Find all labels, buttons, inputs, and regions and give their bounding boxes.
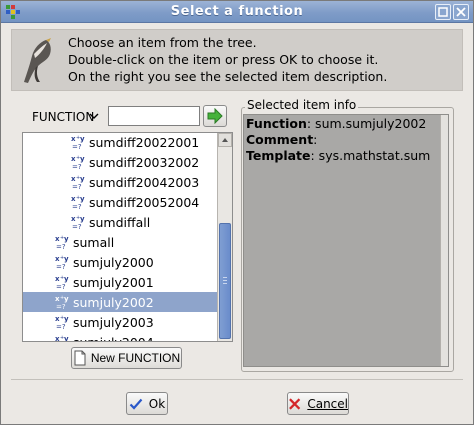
maximize-icon xyxy=(438,7,448,17)
tree-item[interactable]: x + y =? sumall xyxy=(55,232,114,252)
svg-text:=?: =? xyxy=(56,303,66,310)
close-button[interactable] xyxy=(453,4,469,20)
scroll-up-button[interactable] xyxy=(218,133,232,147)
tree-item[interactable]: x + y =? sumjuly2002 xyxy=(23,292,219,312)
function-xy-icon: x+y=? xyxy=(55,255,69,270)
svg-text:=?: =? xyxy=(72,223,82,230)
tree-item-label: sumdiff20052004 xyxy=(89,194,200,210)
svg-text:=?: =? xyxy=(56,263,66,270)
selected-item-group-title: Selected item info xyxy=(245,98,359,112)
svg-text:=?: =? xyxy=(56,283,66,290)
instruction-line-1: Choose an item from the tree. xyxy=(68,35,257,50)
function-xy-icon: x+y=? xyxy=(71,195,85,210)
instruction-line-2: Double-click on the item or press OK to … xyxy=(68,52,379,67)
svg-text:y: y xyxy=(64,255,69,263)
tree-item-label: sumall xyxy=(73,234,115,250)
tree-item-label: sumjuly2001 xyxy=(73,274,154,290)
arrow-right-icon xyxy=(207,108,223,124)
svg-text:y: y xyxy=(80,175,85,183)
function-xy-icon: x+y=? xyxy=(71,175,85,190)
function-xy-icon: x+y=? xyxy=(71,215,85,230)
tree-item[interactable]: x + y =? sumdiff20032002 xyxy=(71,152,199,172)
tree-item[interactable]: x + y =? sumdiff20052004 xyxy=(71,192,199,212)
ok-label: Ok xyxy=(148,396,166,411)
svg-text:y: y xyxy=(80,195,85,203)
arrow-up-icon xyxy=(222,138,228,142)
tree-scrollbar[interactable] xyxy=(217,133,232,341)
tree-item-label: sumjuly2004 xyxy=(73,334,154,342)
bottom-divider xyxy=(11,379,463,380)
tree-item[interactable]: x + y =? sumdiff20022001 xyxy=(71,133,200,152)
search-input[interactable] xyxy=(108,106,200,126)
new-function-label: New FUNCTION xyxy=(90,351,181,365)
tree-item-label: sumdiff20032002 xyxy=(89,154,200,170)
tree-item-label: sumdiff20042003 xyxy=(89,174,200,190)
checkmark-icon xyxy=(129,398,143,410)
selected-item-description: Function: sum.sumjuly2002 Comment: Templ… xyxy=(243,114,449,367)
svg-text:y: y xyxy=(80,155,85,163)
function-tree[interactable]: x + y =? sumdiff20022001 x + y =? sumdiff20032002… xyxy=(22,132,233,342)
svg-text:y: y xyxy=(80,215,85,223)
function-xy-icon: x+y=? xyxy=(71,155,85,170)
tree-item[interactable]: x + y =? sumjuly2000 xyxy=(55,252,154,272)
tree-item[interactable]: x+y=? sumjuly2004 xyxy=(55,332,154,342)
bird-logo-icon xyxy=(24,38,51,83)
tree-item-label: sumjuly2003 xyxy=(73,314,154,330)
instruction-line-3: On the right you see the selected item d… xyxy=(68,69,388,84)
tree-item[interactable]: x + y =? sumjuly2001 xyxy=(55,272,154,292)
tree-item-label: sumdiffall xyxy=(89,214,151,230)
svg-text:y: y xyxy=(64,235,69,243)
new-document-icon xyxy=(74,350,86,366)
tree-item[interactable]: x + y =? sumdiff20042003 xyxy=(71,172,199,192)
tree-item-label: sumdiff20022001 xyxy=(89,134,200,150)
svg-text:=?: =? xyxy=(72,143,82,150)
comment-info-line: Comment: xyxy=(246,132,318,147)
dialog-window: Select a function Choose an item from th… xyxy=(0,0,474,425)
tree-item-label: sumjuly2002 xyxy=(73,294,154,310)
function-xy-icon: x+y=? xyxy=(71,135,85,150)
close-icon xyxy=(456,7,466,17)
svg-text:y: y xyxy=(64,295,69,303)
svg-text:=?: =? xyxy=(56,243,66,250)
cancel-x-icon xyxy=(289,397,301,410)
chevron-down-icon[interactable] xyxy=(89,110,99,122)
instructions-banner: Choose an item from the tree. Double-cli… xyxy=(11,29,463,91)
tree-item[interactable]: x + y =? sumjuly2003 xyxy=(55,312,154,332)
search-go-button[interactable] xyxy=(203,105,227,127)
function-xy-icon: x+y=? xyxy=(55,335,69,342)
function-info-line: Function: sum.sumjuly2002 xyxy=(246,116,427,131)
svg-text:y: y xyxy=(64,335,69,342)
tree-item[interactable]: x + y =? sumdiffall xyxy=(71,212,150,232)
maximize-button[interactable] xyxy=(435,4,451,20)
ok-button[interactable]: Ok xyxy=(126,392,168,415)
svg-text:y: y xyxy=(80,135,85,143)
tree-item-label: sumjuly2000 xyxy=(73,254,154,270)
category-selector[interactable]: FUNCTION xyxy=(32,110,94,124)
info-scrollbar[interactable] xyxy=(440,115,448,366)
function-xy-icon: x+y=? xyxy=(55,235,69,250)
svg-text:=?: =? xyxy=(72,183,82,190)
tree-scroll-thumb[interactable] xyxy=(219,223,231,339)
function-xy-icon: x+y=? xyxy=(55,315,69,330)
cancel-button[interactable]: Cancel xyxy=(287,392,349,415)
svg-text:=?: =? xyxy=(72,203,82,210)
window-title: Select a function xyxy=(170,4,304,19)
svg-text:y: y xyxy=(64,275,69,283)
svg-text:=?: =? xyxy=(56,323,66,330)
new-function-button[interactable]: New FUNCTION xyxy=(71,347,182,369)
function-xy-icon: x+y=? xyxy=(55,295,69,310)
function-xy-icon: x+y=? xyxy=(55,275,69,290)
svg-text:=?: =? xyxy=(72,163,82,170)
title-bar[interactable]: Select a function xyxy=(1,1,473,23)
template-info-line: Template: sys.mathstat.sum xyxy=(246,148,431,163)
svg-text:y: y xyxy=(64,315,69,323)
cancel-label: Cancel xyxy=(307,396,348,411)
